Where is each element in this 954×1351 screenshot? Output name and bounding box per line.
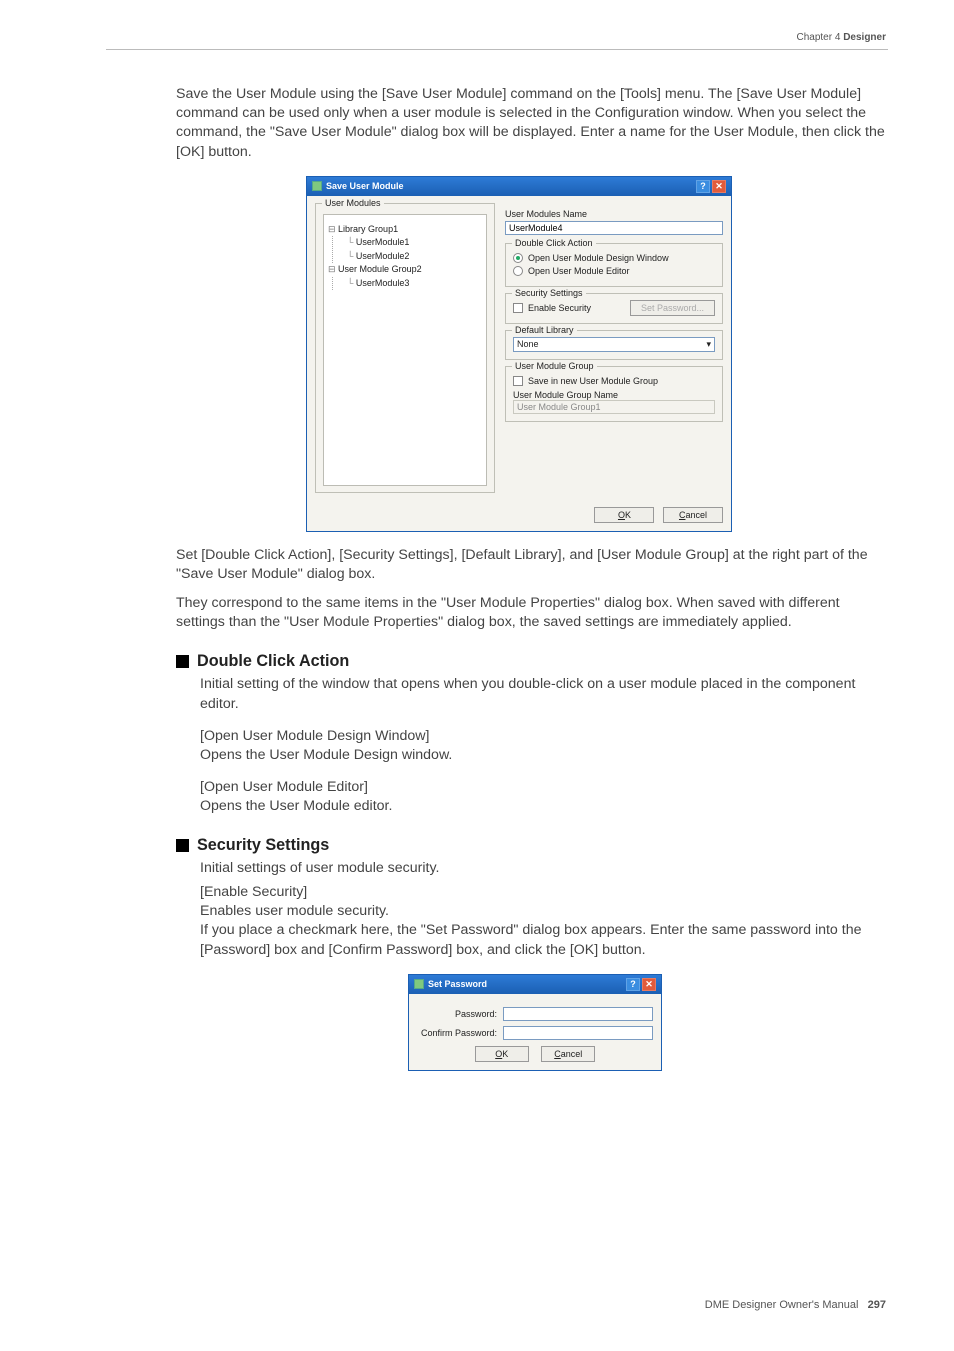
- dca-legend: Double Click Action: [512, 238, 596, 248]
- user-modules-legend: User Modules: [322, 198, 384, 208]
- user-modules-group: User Modules Library Group1 UserModule1 …: [315, 203, 495, 493]
- umg-name-label: User Module Group Name: [513, 390, 715, 400]
- bullet-square-icon: [176, 839, 189, 852]
- default-library-group: Default Library None▾: [505, 330, 723, 360]
- name-label: User Modules Name: [505, 209, 723, 219]
- header-rule: [106, 49, 888, 50]
- dialog-body: Password: Confirm Password: OK Cancel: [409, 994, 661, 1070]
- library-legend: Default Library: [512, 325, 577, 335]
- section-double-click-action: Double Click Action Initial setting of t…: [176, 652, 888, 816]
- subtext: Enables user module security.: [200, 902, 888, 921]
- subhead-open-editor: [Open User Module Editor]: [200, 779, 888, 795]
- section-name: Designer: [843, 32, 886, 43]
- dca-radio-design[interactable]: Open User Module Design Window: [513, 253, 715, 263]
- help-button[interactable]: ?: [696, 180, 710, 193]
- bullet-square-icon: [176, 655, 189, 668]
- cancel-button[interactable]: Cancel: [663, 507, 723, 523]
- save-new-group-checkbox[interactable]: Save in new User Module Group: [513, 376, 715, 386]
- app-icon: [414, 979, 424, 989]
- ok-text: K: [625, 510, 631, 520]
- enable-security-checkbox[interactable]: Enable Security: [513, 303, 591, 313]
- double-click-action-group: Double Click Action Open User Module Des…: [505, 243, 723, 287]
- subtext: Opens the User Module Design window.: [200, 746, 888, 765]
- save-user-module-dialog: Save User Module ? ✕ User Modules Librar…: [306, 176, 732, 532]
- chapter-label: Chapter 4: [797, 32, 844, 43]
- password-label: Password:: [417, 1009, 497, 1019]
- set-password-dialog: Set Password ? ✕ Password: Confirm Passw…: [408, 974, 662, 1071]
- subhead-open-design: [Open User Module Design Window]: [200, 728, 888, 744]
- tree-item: UserModule3: [347, 277, 482, 291]
- dialog-title: Set Password: [428, 979, 487, 989]
- section-title: Security Settings: [197, 836, 329, 855]
- umg-legend: User Module Group: [512, 361, 597, 371]
- dca-radio-editor[interactable]: Open User Module Editor: [513, 266, 715, 276]
- confirm-password-label: Confirm Password:: [417, 1028, 497, 1038]
- close-button[interactable]: ✕: [712, 180, 726, 193]
- subtext: If you place a checkmark here, the "Set …: [200, 921, 888, 959]
- app-icon: [312, 181, 322, 191]
- subtext: Opens the User Module editor.: [200, 797, 888, 816]
- chapter-header: Chapter 4 Designer: [797, 32, 887, 43]
- module-name-input[interactable]: [505, 221, 723, 235]
- manual-name: DME Designer Owner's Manual: [705, 1299, 859, 1311]
- section-security-settings: Security Settings Initial settings of us…: [176, 836, 888, 1071]
- dialog-frame: Set Password ? ✕ Password: Confirm Passw…: [408, 974, 662, 1071]
- confirm-password-input[interactable]: [503, 1026, 653, 1040]
- umg-name-input: [513, 400, 715, 414]
- tree-group1: Library Group1: [328, 223, 482, 237]
- cancel-button[interactable]: Cancel: [541, 1046, 595, 1062]
- close-button[interactable]: ✕: [642, 978, 656, 991]
- dialog-titlebar: Set Password ? ✕: [409, 975, 661, 994]
- section-desc: Initial settings of user module security…: [200, 859, 888, 878]
- chevron-down-icon: ▾: [706, 339, 711, 350]
- dialog-frame: Save User Module ? ✕ User Modules Librar…: [306, 176, 732, 532]
- security-legend: Security Settings: [512, 288, 586, 298]
- ok-button[interactable]: OK: [475, 1046, 529, 1062]
- page-number: 297: [868, 1299, 886, 1311]
- set-password-button[interactable]: Set Password...: [630, 300, 715, 316]
- password-input[interactable]: [503, 1007, 653, 1021]
- ok-button[interactable]: OK: [594, 507, 654, 523]
- tree-group2: User Module Group2: [328, 263, 482, 277]
- tree-item: UserModule2: [347, 250, 482, 264]
- subhead-enable-security: [Enable Security]: [200, 884, 888, 900]
- paragraph-2: Set [Double Click Action], [Security Set…: [176, 546, 888, 584]
- dialog-body: User Modules Library Group1 UserModule1 …: [307, 196, 731, 507]
- security-group: Security Settings Enable Security Set Pa…: [505, 293, 723, 324]
- section-title: Double Click Action: [197, 652, 349, 671]
- page-footer: DME Designer Owner's Manual 297: [705, 1299, 886, 1311]
- intro-paragraph: Save the User Module using the [Save Use…: [176, 85, 888, 162]
- dialog-footer: OK Cancel: [307, 507, 731, 531]
- dialog-titlebar: Save User Module ? ✕: [307, 177, 731, 196]
- page-content: Save the User Module using the [Save Use…: [176, 85, 888, 1085]
- section-desc: Initial setting of the window that opens…: [200, 675, 888, 713]
- paragraph-3: They correspond to the same items in the…: [176, 594, 888, 632]
- user-module-group-group: User Module Group Save in new User Modul…: [505, 366, 723, 422]
- library-select[interactable]: None▾: [513, 337, 715, 352]
- tree-item: UserModule1: [347, 236, 482, 250]
- dialog-title: Save User Module: [326, 181, 404, 191]
- tree-view[interactable]: Library Group1 UserModule1 UserModule2 U…: [323, 214, 487, 486]
- help-button[interactable]: ?: [626, 978, 640, 991]
